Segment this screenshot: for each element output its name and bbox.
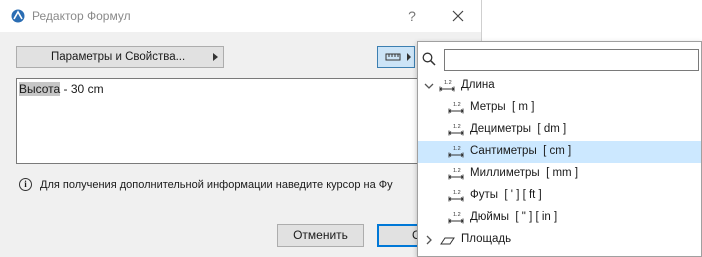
units-dropdown-popup: 1.2 Длина 1.2 Метры [ m ] 1.2 Дециметры [ dm … <box>417 41 702 257</box>
help-button[interactable]: ? <box>402 6 422 26</box>
tree-item-label: Дециметры [ dm ] <box>470 123 567 135</box>
tree-item-label: Длина <box>461 79 495 91</box>
tree-item-label: Футы [ ' ] [ ft ] <box>470 189 542 201</box>
length-unit-icon: 1.2 <box>448 168 464 180</box>
tree-item-label: Метры [ m ] <box>470 101 535 113</box>
area-unit-icon <box>440 237 455 245</box>
search-icon <box>422 52 436 66</box>
info-icon: i <box>19 178 32 191</box>
svg-text:1.2: 1.2 <box>453 102 461 108</box>
length-unit-icon: 1.2 <box>448 190 464 202</box>
cancel-button[interactable]: Отменить <box>277 224 364 247</box>
info-message: Для получения дополнительной информации … <box>40 179 393 191</box>
units-button[interactable] <box>377 46 415 68</box>
tree-item-label: Миллиметры [ mm ] <box>470 167 579 179</box>
length-unit-icon: 1.2 <box>439 80 455 92</box>
ruler-icon <box>385 53 401 61</box>
tree-item-label: Площадь <box>461 233 512 245</box>
svg-text:1.2: 1.2 <box>444 80 452 86</box>
title-bar: Редактор Формул ? <box>0 0 481 32</box>
length-unit-icon: 1.2 <box>448 212 464 224</box>
formula-editor-textarea[interactable]: Высота - 30 cm <box>16 78 481 164</box>
svg-text:1.2: 1.2 <box>453 146 461 152</box>
svg-text:1.2: 1.2 <box>453 124 461 130</box>
selected-text: Высота <box>19 82 61 96</box>
formula-rest-text: - 30 cm <box>60 82 104 96</box>
svg-text:1.2: 1.2 <box>453 212 461 218</box>
app-logo-icon <box>11 9 25 23</box>
length-unit-icon: 1.2 <box>448 102 464 114</box>
tree-item-label: Дюймы [ " ] [ in ] <box>470 211 558 223</box>
tree-group[interactable]: Площадь <box>418 229 701 251</box>
svg-text:1.2: 1.2 <box>453 190 461 196</box>
tree-item[interactable]: 1.2 Футы [ ' ] [ ft ] <box>418 185 701 207</box>
dropdown-arrow-icon <box>407 53 411 61</box>
tree-item[interactable]: 1.2 Миллиметры [ mm ] <box>418 163 701 185</box>
chevron-right-icon[interactable] <box>424 235 434 245</box>
tree-item-label: Сантиметры [ cm ] <box>470 145 572 157</box>
svg-text:1.2: 1.2 <box>453 168 461 174</box>
dialog-title: Редактор Формул <box>32 9 131 23</box>
tree-item[interactable]: 1.2 Дюймы [ " ] [ in ] <box>418 207 701 229</box>
tree-item[interactable]: 1.2 Дециметры [ dm ] <box>418 119 701 141</box>
units-search-input[interactable] <box>444 49 699 71</box>
tree-item[interactable]: 1.2 Метры [ m ] <box>418 97 701 119</box>
parameters-properties-label: Параметры и Свойства... <box>51 51 186 63</box>
parameters-properties-button[interactable]: Параметры и Свойства... <box>16 46 224 68</box>
length-unit-icon: 1.2 <box>448 124 464 136</box>
tree-item[interactable]: 1.2 Сантиметры [ cm ] <box>418 141 701 163</box>
close-icon[interactable] <box>448 6 468 26</box>
tree-group[interactable]: 1.2 Длина <box>418 75 701 97</box>
formula-editor-dialog: Редактор Формул ? Параметры и Свойства..… <box>0 0 482 257</box>
length-unit-icon: 1.2 <box>448 146 464 158</box>
chevron-down-icon[interactable] <box>424 81 434 91</box>
formula-text: Высота - 30 cm <box>19 82 104 96</box>
submenu-arrow-icon <box>213 53 218 61</box>
